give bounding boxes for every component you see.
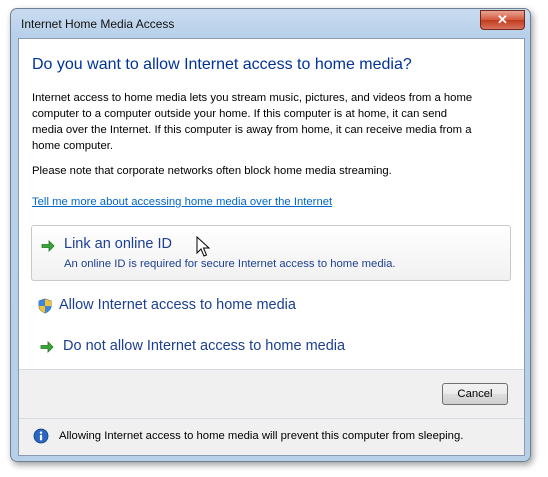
do-not-allow-command[interactable]: Do not allow Internet access to home med… xyxy=(31,334,509,360)
description-line: home computer. xyxy=(32,140,114,152)
window-title: Internet Home Media Access xyxy=(21,17,175,31)
command-label: Do not allow Internet access to home med… xyxy=(63,338,346,354)
command-label: Link an online ID xyxy=(64,236,173,252)
button-footer: Cancel xyxy=(19,370,524,418)
close-icon: ✕ xyxy=(497,12,508,27)
title-bar[interactable]: Internet Home Media Access ✕ xyxy=(11,9,530,39)
green-arrow-icon xyxy=(41,240,55,252)
cancel-button[interactable]: Cancel xyxy=(442,383,508,405)
command-description: An online ID is required for secure Inte… xyxy=(64,258,396,270)
description-line: media over the Internet. If this compute… xyxy=(32,124,472,136)
tell-me-more-link[interactable]: Tell me more about accessing home media … xyxy=(32,196,332,208)
close-button[interactable]: ✕ xyxy=(480,10,525,30)
description-line: computer to a computer outside your home… xyxy=(32,108,448,120)
info-text: Allowing Internet access to home media w… xyxy=(59,430,464,442)
dialog-window: Internet Home Media Access ✕ Do you want… xyxy=(10,8,531,462)
dialog-content: Do you want to allow Internet access to … xyxy=(18,38,525,456)
command-label: Allow Internet access to home media xyxy=(59,297,296,313)
description-text: Internet access to home media lets you s… xyxy=(32,90,512,154)
link-online-id-command[interactable]: Link an online ID An online ID is requir… xyxy=(31,225,511,281)
uac-shield-icon xyxy=(38,298,52,314)
info-icon xyxy=(33,428,49,444)
main-instruction: Do you want to allow Internet access to … xyxy=(32,56,412,73)
description-line: Internet access to home media lets you s… xyxy=(32,92,473,104)
allow-access-command[interactable]: Allow Internet access to home media xyxy=(31,293,509,319)
corporate-network-note: Please note that corporate networks ofte… xyxy=(32,165,392,177)
mouse-cursor-icon xyxy=(196,236,210,257)
info-footer: Allowing Internet access to home media w… xyxy=(19,419,524,455)
green-arrow-icon xyxy=(40,341,54,353)
